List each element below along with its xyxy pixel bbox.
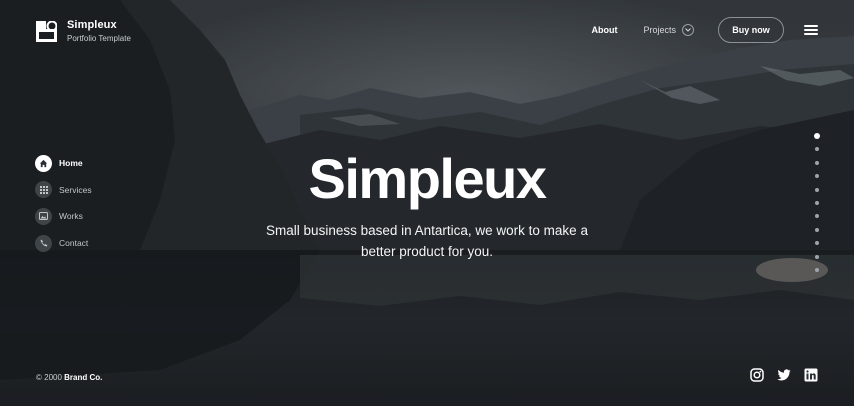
slider-dot[interactable] [815,227,819,232]
copyright-prefix: © 2000 [36,373,62,382]
slider-dot[interactable] [815,160,819,165]
instagram-icon[interactable] [750,368,764,382]
hero-subtitle: Small business based in Antartica, we wo… [0,220,854,262]
brand-tagline: Portfolio Template [67,34,131,43]
copyright-brand: Brand Co. [64,373,103,382]
slider-dot[interactable] [815,267,819,272]
slider-dot[interactable] [815,187,819,192]
brand-name: Simpleux [67,19,117,31]
nav-projects-label: Projects [643,25,676,35]
slider-dot[interactable] [815,241,819,246]
copyright: © 2000 Brand Co. [36,373,102,382]
nav-projects-dropdown[interactable]: Projects [643,24,694,36]
hamburger-menu-icon[interactable] [804,25,818,35]
logo-icon [36,20,57,42]
top-nav: About Projects Buy now [591,17,818,43]
slider-dot[interactable] [815,214,819,219]
slider-dot[interactable] [815,147,819,152]
twitter-icon[interactable] [777,368,791,382]
nav-about-link[interactable]: About [591,25,617,35]
social-links [750,368,818,382]
hero-title: Simpleux [308,147,547,210]
brand[interactable]: Simpleux Portfolio Template [36,19,131,43]
linkedin-icon[interactable] [804,368,818,382]
slider-dot[interactable] [815,174,819,179]
hero-subtitle-line-1: Small business based in Antartica, we wo… [266,223,588,238]
hero-subtitle-line-2: better product for you. [360,244,494,259]
brand-text: Simpleux Portfolio Template [67,19,131,43]
buy-now-button[interactable]: Buy now [718,17,784,43]
slider-dot[interactable] [815,254,819,259]
slider-dot[interactable] [814,133,820,139]
chevron-down-icon [682,24,694,36]
slider-dot[interactable] [815,200,819,205]
slider-pagination [814,133,820,281]
